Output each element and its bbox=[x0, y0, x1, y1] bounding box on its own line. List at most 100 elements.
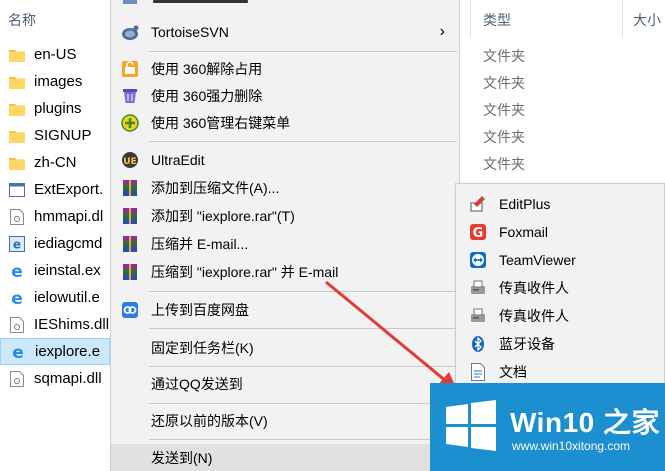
file-row[interactable]: hmmapi.dl bbox=[0, 203, 110, 230]
file-row[interactable]: zh-CN bbox=[0, 149, 110, 176]
menu-item-add-to-archive[interactable]: 添加到压缩文件(A)... bbox=[111, 174, 459, 201]
watermark-title: Win10 之家 bbox=[510, 407, 660, 438]
baidu-netdisk-icon bbox=[120, 300, 140, 320]
svg-text:e: e bbox=[13, 237, 21, 251]
file-row[interactable]: e iediagcmd bbox=[0, 230, 110, 257]
send-to-documents[interactable]: 文档 bbox=[456, 358, 664, 386]
type-cell: 文件夹 bbox=[483, 102, 525, 118]
type-cell: 文件夹 bbox=[483, 129, 525, 145]
file-name: zh-CN bbox=[34, 154, 77, 171]
menu-item-baidu-upload[interactable]: 上传到百度网盘 bbox=[111, 296, 459, 323]
send-to-submenu: EditPlus G Foxmail TeamViewer 传真收件人 传真收件… bbox=[455, 183, 665, 393]
menu-item-label: EditPlus bbox=[499, 196, 551, 212]
file-row[interactable]: plugins bbox=[0, 95, 110, 122]
folder-icon bbox=[8, 73, 26, 91]
column-divider[interactable] bbox=[470, 0, 471, 38]
menu-separator bbox=[149, 366, 457, 367]
send-to-editplus[interactable]: EditPlus bbox=[456, 190, 664, 218]
menu-item-label: 文档 bbox=[499, 364, 527, 380]
fax-icon bbox=[468, 306, 488, 326]
send-to-foxmail[interactable]: G Foxmail bbox=[456, 218, 664, 246]
menu-item-ultraedit[interactable]: UE UltraEdit bbox=[111, 146, 459, 173]
svg-text:e: e bbox=[11, 290, 23, 306]
app-icon bbox=[8, 181, 26, 199]
menu-item-label: 使用 360强力删除 bbox=[151, 87, 263, 104]
foxmail-icon: G bbox=[468, 222, 488, 242]
file-name: SIGNUP bbox=[34, 127, 92, 144]
file-row[interactable]: e ieinstal.ex bbox=[0, 257, 110, 284]
fax-icon bbox=[468, 278, 488, 298]
menu-item-label: 上传到百度网盘 bbox=[151, 301, 249, 318]
send-to-teamviewer[interactable]: TeamViewer bbox=[456, 246, 664, 274]
column-divider[interactable] bbox=[622, 0, 623, 38]
menu-item-tortoisesvn[interactable]: TortoiseSVN › bbox=[111, 18, 459, 45]
file-name: ieinstal.ex bbox=[34, 262, 101, 279]
file-row[interactable]: IEShims.dll bbox=[0, 311, 110, 338]
file-row[interactable]: ExtExport. bbox=[0, 176, 110, 203]
file-name: IEShims.dll bbox=[34, 316, 110, 333]
menu-item-restore-previous-versions[interactable]: 还原以前的版本(V) bbox=[111, 407, 459, 434]
menu-item-label: 添加到压缩文件(A)... bbox=[151, 179, 280, 196]
menu-separator bbox=[149, 291, 457, 292]
file-name: ExtExport. bbox=[34, 181, 104, 198]
file-name: iediagcmd bbox=[34, 235, 103, 252]
file-name: plugins bbox=[34, 100, 82, 117]
menu-item-send-via-qq[interactable]: 通过QQ发送到 bbox=[111, 370, 459, 397]
column-header-type[interactable]: 类型 bbox=[483, 10, 511, 30]
menu-item-add-to-iexplore-rar[interactable]: 添加到 "iexplore.rar"(T) bbox=[111, 202, 459, 229]
menu-item-label: 通过QQ发送到 bbox=[151, 375, 243, 392]
file-row[interactable]: SIGNUP bbox=[0, 122, 110, 149]
send-to-bluetooth[interactable]: 蓝牙设备 bbox=[456, 330, 664, 358]
type-cell: 文件夹 bbox=[483, 75, 525, 91]
svg-text:G: G bbox=[473, 226, 484, 241]
menu-item-compress-and-email[interactable]: 压缩并 E-mail... bbox=[111, 230, 459, 257]
menu-separator bbox=[149, 439, 457, 440]
menu-item-compress-to-rar-and-email[interactable]: 压缩到 "iexplore.rar" 并 E-mail bbox=[111, 258, 459, 285]
bluetooth-icon bbox=[468, 334, 488, 354]
menu-item-label: 发送到(N) bbox=[151, 449, 213, 466]
menu-separator bbox=[149, 403, 457, 404]
menu-item-label: 压缩并 E-mail... bbox=[151, 235, 249, 252]
ie-icon: e bbox=[8, 289, 26, 307]
360-unlock-icon bbox=[120, 59, 140, 79]
menu-item-label: 添加到 "iexplore.rar"(T) bbox=[151, 207, 295, 224]
folder-icon bbox=[8, 46, 26, 64]
ie-icon: e bbox=[9, 343, 27, 361]
menu-item-label: TortoiseSVN bbox=[151, 23, 229, 40]
context-menu: TortoiseSVN › 使用 360解除占用 使用 360强力删除 使用 3… bbox=[110, 0, 460, 471]
file-row-selected[interactable]: e iexplore.e bbox=[0, 338, 110, 365]
file-name: sqmapi.dll bbox=[34, 370, 102, 387]
menu-item-360-unlock[interactable]: 使用 360解除占用 bbox=[111, 55, 459, 82]
menu-item-label: Foxmail bbox=[499, 224, 549, 240]
type-cell: 文件夹 bbox=[483, 48, 525, 64]
site-watermark: Win10 之家 www.win10xitong.com bbox=[430, 383, 665, 471]
svg-text:e: e bbox=[12, 344, 24, 360]
file-row[interactable]: e ielowutil.e bbox=[0, 284, 110, 311]
file-row[interactable]: sqmapi.dll bbox=[0, 365, 110, 392]
ie-diag-icon: e bbox=[8, 235, 26, 253]
send-to-fax-recipient[interactable]: 传真收件人 bbox=[456, 274, 664, 302]
winrar-icon bbox=[120, 178, 140, 198]
menu-item-label: 固定到任务栏(K) bbox=[151, 339, 254, 356]
file-name: images bbox=[34, 73, 83, 90]
file-list: en-US images plugins SIGNUP zh-CN ExtExp… bbox=[0, 41, 110, 392]
menu-top-clip bbox=[111, 0, 459, 6]
menu-separator bbox=[149, 328, 457, 329]
dll-icon bbox=[8, 208, 26, 226]
column-header-name[interactable]: 名称 bbox=[8, 10, 36, 30]
send-to-fax-recipient[interactable]: 传真收件人 bbox=[456, 302, 664, 330]
menu-item-pin-to-taskbar[interactable]: 固定到任务栏(K) bbox=[111, 334, 459, 361]
type-column: 文件夹 文件夹 文件夹 文件夹 文件夹 bbox=[483, 44, 525, 179]
menu-item-label: TeamViewer bbox=[499, 252, 576, 268]
column-header-size[interactable]: 大小 bbox=[633, 10, 661, 30]
type-cell: 文件夹 bbox=[483, 156, 525, 172]
menu-item-label: UltraEdit bbox=[151, 151, 205, 168]
menu-item-label: 传真收件人 bbox=[499, 280, 569, 296]
menu-item-360-manage[interactable]: 使用 360管理右键菜单 bbox=[111, 109, 459, 136]
file-row[interactable]: en-US bbox=[0, 41, 110, 68]
ultraedit-icon: UE bbox=[120, 150, 140, 170]
file-row[interactable]: images bbox=[0, 68, 110, 95]
menu-item-send-to[interactable]: 发送到(N) bbox=[111, 444, 459, 471]
svg-text:UE: UE bbox=[123, 157, 136, 167]
menu-item-360-shred[interactable]: 使用 360强力删除 bbox=[111, 82, 459, 109]
